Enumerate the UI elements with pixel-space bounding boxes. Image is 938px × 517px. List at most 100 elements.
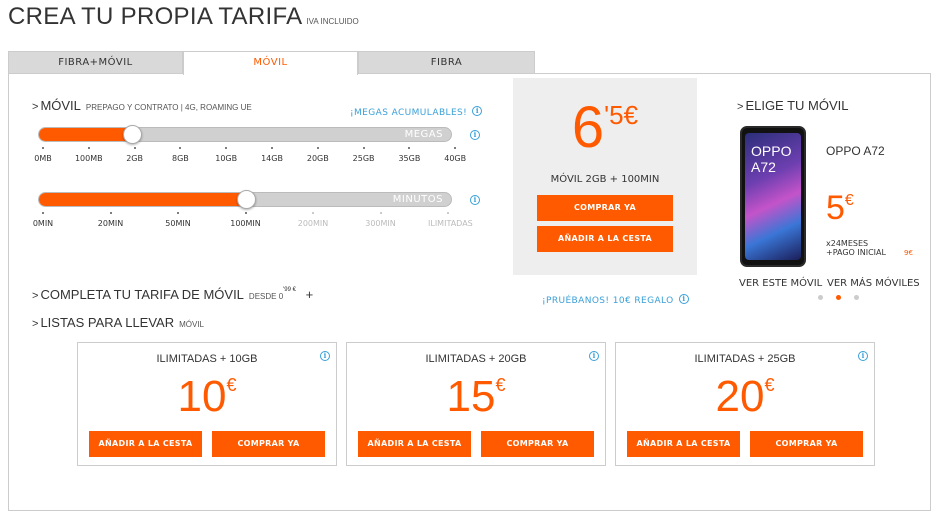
slider-tick[interactable]: 35GB [389,147,429,163]
phone-screen: OPPO A72 [745,133,801,260]
phone-screen-brand: OPPO [751,143,792,159]
complete-tariff-from-dec: '99 € [283,287,296,293]
buy-now-button[interactable]: COMPRAR YA [537,195,673,221]
slider-tick-label: 0MIN [32,219,54,228]
phone-price-currency: € [844,192,854,209]
ready-plans-note: MÓVIL [179,320,205,329]
slider-tick-dot [312,212,314,214]
carousel-dot[interactable] [818,295,823,300]
info-icon[interactable]: i [858,351,868,361]
slider-tick[interactable]: 0MIN [23,212,63,228]
carousel-dot-active[interactable] [836,295,841,300]
slider-tick[interactable]: ILIMITADAS [428,212,473,228]
slider-tick-label: 200MIN [297,219,329,228]
tab-fibra-movil[interactable]: FIBRA+MÓVIL [8,51,183,74]
slider-tick-label: 2GB [126,154,143,163]
slider-tick[interactable]: 20GB [298,147,338,163]
slider-tick-dot [177,212,179,214]
phone-price-value: 5 [826,189,845,227]
info-icon[interactable]: i [678,293,689,304]
slider-tick[interactable]: 40GB [435,147,475,163]
data-slider-ticks: 0MB 100MB 2GB 8GB 10GB 14GB 20GB 25GB 35GB 40GB [0,147,480,167]
tab-movil[interactable]: MÓVIL [183,51,358,75]
phone-image[interactable]: OPPO A72 [740,126,806,267]
summary-price: 6'5€ [513,98,697,158]
slider-tick[interactable]: 0MB [23,147,63,163]
plan-card: ILIMITADAS + 25GB i 20€ AÑADIR A LA CEST… [615,342,875,466]
movil-heading-note: PREPAGO Y CONTRATO | 4G, ROAMING UE [85,103,252,112]
try-us-promo[interactable]: ¡PRUÉBANOS! 10€ REGALO i [542,288,689,307]
slider-tick-dot [225,147,228,149]
slider-tick-dot [447,212,449,214]
phone-screen-model: A72 [751,159,776,175]
plus-icon[interactable]: + [306,287,314,302]
add-to-cart-button[interactable]: AÑADIR A LA CESTA [358,431,471,457]
slider-tick[interactable]: 50MIN [158,212,198,228]
slider-tick[interactable]: 8GB [160,147,200,163]
add-to-cart-button[interactable]: AÑADIR A LA CESTA [89,431,202,457]
complete-tariff-heading[interactable]: > COMPLETA TU TARIFA DE MÓVIL DESDE 0'99 €… [32,287,313,302]
minutes-slider-label: MINUTOS [392,194,443,205]
page-title-text: CREA TU PROPIA TARIFA [8,3,303,30]
slider-tick-dot [379,212,382,214]
plan-card: ILIMITADAS + 20GB i 15€ AÑADIR A LA CEST… [346,342,606,466]
minutes-slider[interactable]: MINUTOS [38,190,452,209]
slider-tick[interactable]: 10GB [206,147,246,163]
phone-terms-initial: +PAGO INICIAL [826,248,886,257]
complete-tariff-text: COMPLETA TU TARIFA DE MÓVIL [40,287,244,302]
summary-price-int: 6 [571,95,605,160]
slider-tick[interactable]: 2GB [115,147,155,163]
plan-card-price-currency: € [764,375,775,395]
slider-tick-dot [408,147,411,149]
add-to-cart-button[interactable]: AÑADIR A LA CESTA [627,431,740,457]
slider-tick-dot [87,147,90,149]
ready-plans-heading: > LISTAS PARA LLEVAR MÓVIL [32,315,204,330]
slider-tick-dot [42,212,44,214]
minutes-slider-handle[interactable] [237,190,256,209]
slider-tick[interactable]: 25GB [344,147,384,163]
megas-acumulables-link[interactable]: ¡MEGAS ACUMULABLES! [350,108,467,118]
slider-tick-dot [133,147,136,149]
data-slider[interactable]: MEGAS [38,125,452,144]
slider-tick[interactable]: 20MIN [91,212,131,228]
slider-tick-dot [179,147,182,149]
add-to-cart-button[interactable]: AÑADIR A LA CESTA [537,226,673,252]
slider-tick-label: 300MIN [365,219,396,228]
phone-initial-payment: 9€ [904,249,913,257]
view-phone-link[interactable]: VER ESTE MÓVIL [739,278,822,289]
slider-tick[interactable]: 200MIN [293,212,333,228]
buy-now-button[interactable]: COMPRAR YA [212,431,325,457]
buy-now-button[interactable]: COMPRAR YA [750,431,863,457]
more-phones-link[interactable]: VER MÁS MÓVILES [827,278,920,289]
data-slider-handle[interactable] [123,125,142,144]
info-icon[interactable]: i [589,351,599,361]
slider-tick[interactable]: 14GB [252,147,292,163]
megas-acumulables[interactable]: ¡MEGAS ACUMULABLES! i [350,100,483,119]
slider-tick[interactable]: 100MIN [226,212,266,228]
slider-tick-label: 10GB [215,154,238,163]
try-us-link[interactable]: ¡PRUÉBANOS! 10€ REGALO [542,296,674,306]
slider-tick[interactable]: 300MIN [361,212,401,228]
info-icon[interactable]: i [320,351,330,361]
info-icon[interactable]: i [470,195,480,205]
info-icon[interactable]: i [472,105,483,116]
page-title-note: IVA INCLUIDO [306,17,359,26]
slider-tick-label: 8GB [172,154,189,163]
panel-divider [535,73,931,74]
plan-card-price-value: 10 [177,372,227,421]
summary-price-dec: '5 [604,100,624,130]
chevron-right-icon: > [32,101,39,113]
buy-now-button[interactable]: COMPRAR YA [481,431,594,457]
slider-tick[interactable]: 100MB [69,147,109,163]
carousel-dot[interactable] [854,295,859,300]
slider-tick-dot [316,147,319,149]
info-icon[interactable]: i [470,130,480,140]
summary-box: 6'5€ MÓVIL 2GB + 100MIN COMPRAR YA AÑADI… [513,78,697,275]
plan-card-price-currency: € [495,375,506,395]
slider-tick-label: 40GB [444,154,467,163]
tab-fibra[interactable]: FIBRA [358,51,535,74]
phone-terms: x24MESES +PAGO INICIAL [826,239,886,257]
minutes-slider-ticks: 0MIN 20MIN 50MIN 100MIN 200MIN 300MIN ILIMITAD… [0,212,480,232]
slider-tick-label: 20MIN [97,219,124,228]
chevron-right-icon: > [32,318,39,330]
